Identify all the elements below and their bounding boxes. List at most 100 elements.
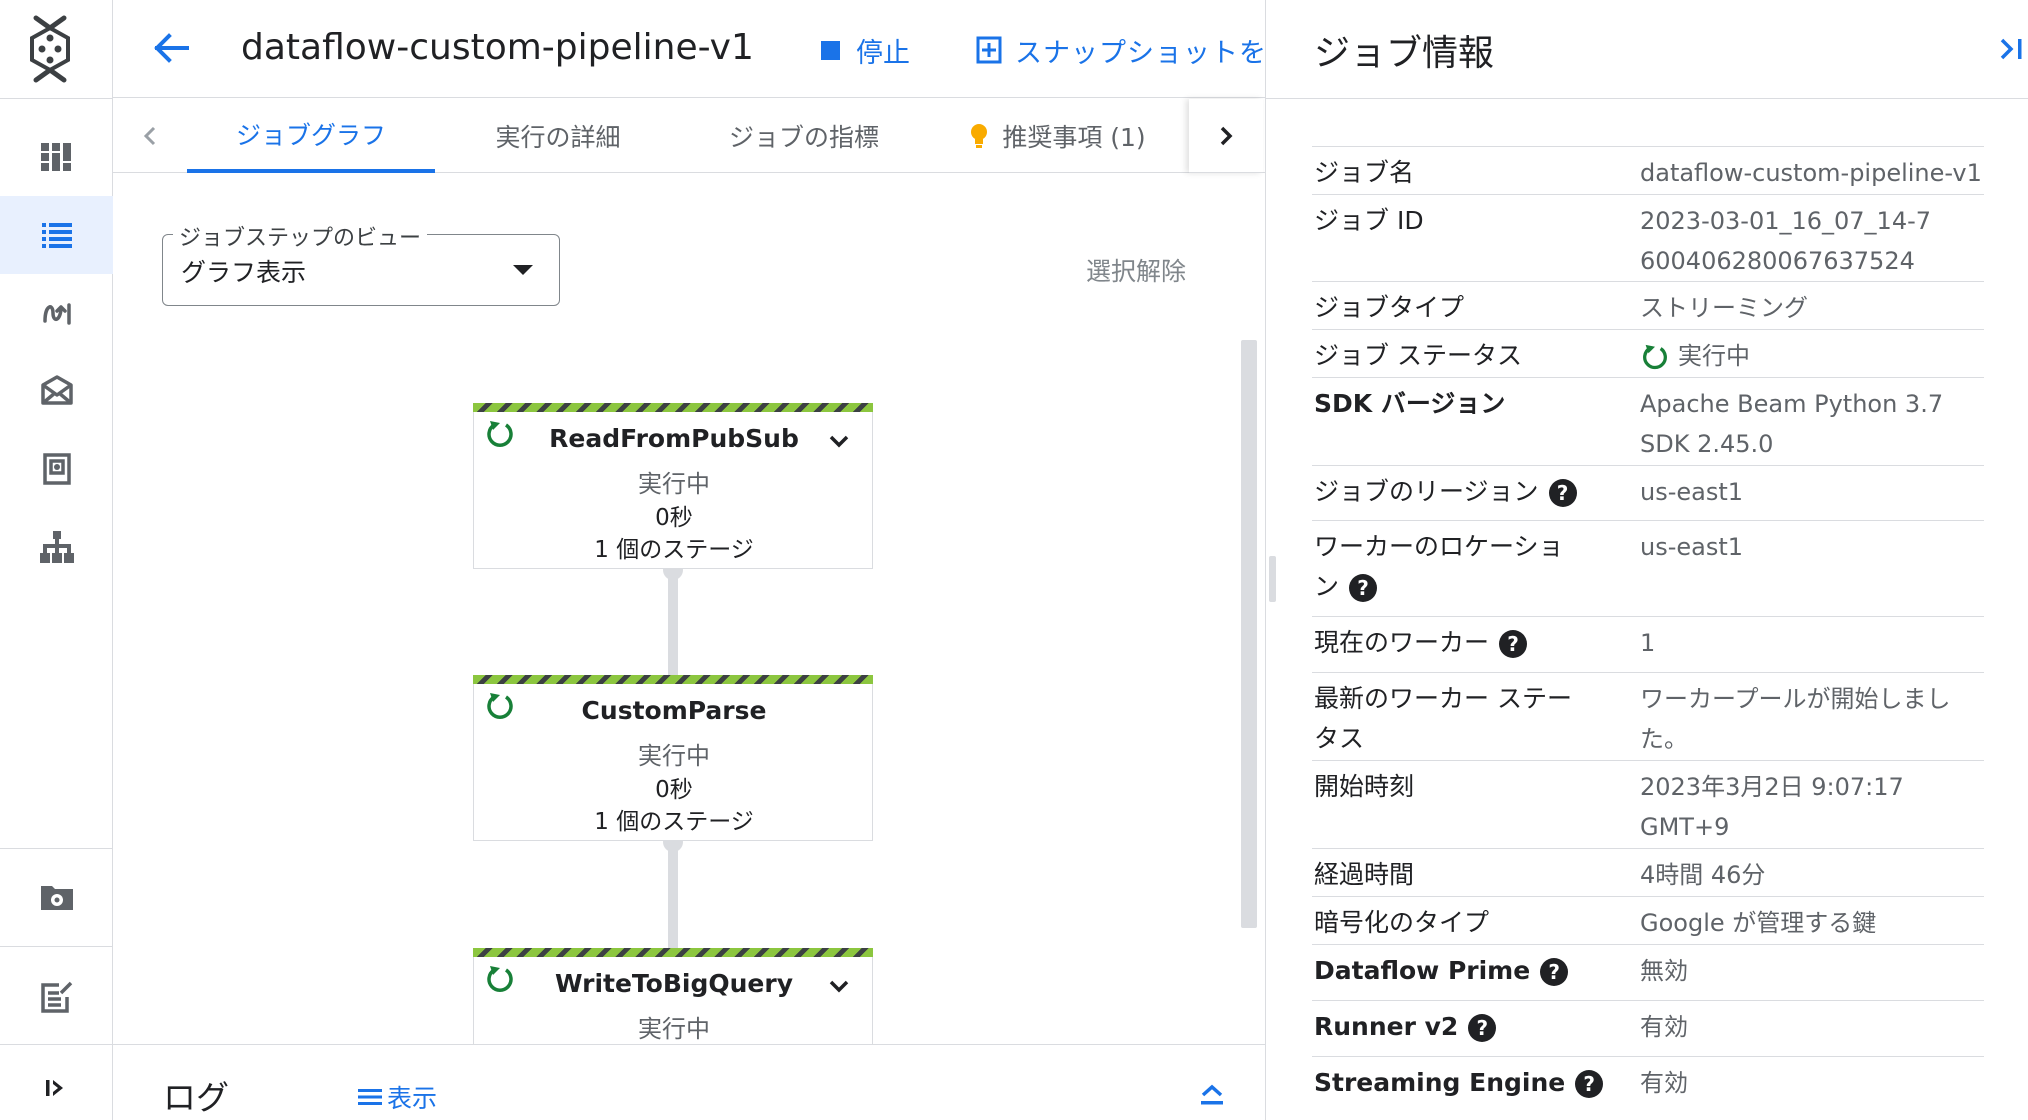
- job-step-view-select[interactable]: ジョブステップのビュー グラフ表示: [162, 220, 560, 306]
- create-snapshot-button[interactable]: スナップショットを作成: [975, 30, 1265, 70]
- settings-folder-icon: [40, 886, 73, 910]
- info-value: ストリーミング: [1640, 294, 1808, 322]
- snapshots-icon: [42, 453, 71, 485]
- rail-expand-button[interactable]: [0, 1056, 113, 1120]
- snapshot-add-icon: [976, 36, 1002, 64]
- graph-scrollbar[interactable]: [1241, 340, 1257, 928]
- pipelines-icon: [42, 303, 71, 325]
- rail-item-notebooks[interactable]: [0, 352, 113, 430]
- info-row-job-id: ジョブ ID 2023-03-01_16_07_14-7600406280067…: [1312, 195, 1984, 282]
- info-row-job-name: ジョブ名 dataflow-custom-pipeline-v1: [1312, 147, 1984, 195]
- rail-item-jobs[interactable]: [0, 196, 113, 274]
- info-label-text: ジョブのリージョン: [1314, 477, 1539, 506]
- expand-up-icon[interactable]: [1197, 1079, 1227, 1109]
- info-row-current-workers: 現在のワーカー? 1: [1312, 617, 1984, 673]
- info-label: ジョブ名: [1314, 158, 1415, 187]
- deselect-button[interactable]: 選択解除: [1086, 252, 1186, 288]
- info-value: us-east1: [1640, 478, 1744, 506]
- dropdown-caret-icon: [513, 265, 533, 275]
- info-row-job-type: ジョブタイプ ストリーミング: [1312, 282, 1984, 330]
- main-content: dataflow-custom-pipeline-v1 停止 スナップショットを…: [113, 0, 1265, 1120]
- info-label-text: Runner v2: [1314, 1012, 1459, 1041]
- info-value: us-east1: [1640, 533, 1744, 561]
- help-icon[interactable]: ?: [1468, 1014, 1497, 1042]
- info-label: ジョブ ステータス: [1314, 341, 1522, 370]
- running-stripe: [473, 948, 873, 957]
- info-value: dataflow-custom-pipeline-v1: [1640, 159, 1982, 187]
- node-stages: 1 個のステージ: [594, 537, 754, 563]
- tab-label: ジョブグラフ: [235, 121, 386, 150]
- running-stripe: [473, 675, 873, 684]
- info-label-text: Streaming Engine: [1314, 1068, 1566, 1097]
- info-label: SDK バージョン: [1314, 384, 1619, 424]
- rail-item-release-notes[interactable]: [0, 958, 113, 1036]
- panel-header-divider: [1266, 98, 2028, 99]
- info-row-worker-location: ワーカーのロケーション? us-east1: [1312, 521, 1984, 617]
- chevron-down-icon[interactable]: [828, 979, 850, 993]
- tab-execution-details[interactable]: 実行の詳細: [435, 99, 681, 173]
- node-stages: 1 個のステージ: [594, 809, 754, 835]
- tab-recommendations[interactable]: 推奨事項 (1): [927, 99, 1189, 173]
- job-header: dataflow-custom-pipeline-v1 停止 スナップショットを…: [113, 0, 1265, 98]
- tab-bar: ジョブグラフ 実行の詳細 ジョブの指標 推奨事項 (1): [113, 99, 1265, 173]
- info-label: Runner v2?: [1314, 1007, 1619, 1047]
- help-icon[interactable]: ?: [1548, 479, 1577, 507]
- dataflow-logo-icon[interactable]: [22, 14, 78, 84]
- info-value: ワーカープールが開始しました。: [1640, 685, 1951, 753]
- info-row-sdk-version: SDK バージョン Apache Beam Python 3.7 SDK 2.4…: [1312, 378, 1984, 466]
- list-icon: [358, 1089, 382, 1105]
- graph-node-customparse[interactable]: CustomParse 実行中 0秒 1 個のステージ: [473, 675, 873, 841]
- info-value: 有効: [1640, 1069, 1688, 1097]
- info-value: 実行中: [1640, 336, 1984, 376]
- release-notes-icon: [40, 981, 72, 1013]
- rail-divider: [0, 946, 113, 947]
- rail-item-settings[interactable]: [0, 858, 113, 936]
- expand-rail-icon: [45, 1080, 63, 1096]
- help-icon[interactable]: ?: [1575, 1070, 1604, 1098]
- job-info-panel: ジョブ情報 ジョブ名 dataflow-custom-pipeline-v1 ジ…: [1266, 0, 2028, 1120]
- node-status: 実行中: [638, 742, 710, 770]
- stop-button[interactable]: 停止: [821, 30, 910, 70]
- collapse-panel-icon[interactable]: [1998, 34, 2028, 64]
- left-nav-rail: [0, 0, 113, 1120]
- rail-divider: [0, 1044, 113, 1045]
- info-row-dataflow-prime: Dataflow Prime? 無効: [1312, 945, 1984, 1001]
- help-icon[interactable]: ?: [1540, 958, 1569, 986]
- rail-item-sql-workspace[interactable]: [0, 508, 113, 586]
- jobs-list-icon: [41, 223, 72, 248]
- running-status-icon: [1643, 344, 1667, 370]
- chevron-down-icon[interactable]: [828, 434, 850, 448]
- info-value: 2023-03-01_16_07_14-7600406280067637524: [1640, 207, 1932, 275]
- tabs-scroll-right-button[interactable]: [1189, 99, 1263, 173]
- rail-item-snapshots[interactable]: [0, 430, 113, 508]
- info-label-text: SDK バージョン: [1314, 389, 1506, 418]
- log-show-button[interactable]: 表示: [357, 1079, 437, 1115]
- tab-label: 推奨事項 (1): [1002, 123, 1146, 152]
- info-row-job-region: ジョブのリージョン? us-east1: [1312, 466, 1984, 521]
- node-status: 実行中: [638, 470, 710, 498]
- back-arrow-icon[interactable]: [149, 26, 193, 70]
- info-label-text: 現在のワーカー: [1314, 628, 1490, 657]
- tab-label: 実行の詳細: [495, 123, 621, 152]
- sql-workspace-icon: [39, 531, 74, 563]
- info-label: ジョブのリージョン?: [1314, 472, 1619, 512]
- tab-job-graph[interactable]: ジョブグラフ: [187, 99, 435, 173]
- lightbulb-icon: [971, 124, 988, 148]
- panel-title: ジョブ情報: [1314, 33, 1495, 74]
- graph-node-writetobigquery[interactable]: WriteToBigQuery 実行中: [473, 948, 873, 1044]
- node-name: ReadFromPubSub: [549, 424, 799, 453]
- chevron-left-icon: [143, 126, 156, 146]
- tab-job-metrics[interactable]: ジョブの指標: [681, 99, 927, 173]
- info-label: 経過時間: [1314, 860, 1415, 889]
- log-title: ログ: [163, 1078, 229, 1117]
- help-icon[interactable]: ?: [1499, 630, 1528, 658]
- help-icon[interactable]: ?: [1349, 574, 1378, 602]
- rail-item-pipelines[interactable]: [0, 274, 113, 352]
- info-value: 4時間 46分: [1640, 861, 1766, 889]
- rail-divider: [0, 98, 113, 99]
- graph-node-readfrompubsub[interactable]: ReadFromPubSub 実行中 0秒 1 個のステージ: [473, 403, 873, 569]
- notebooks-icon: [40, 375, 73, 405]
- view-select-value: グラフ表示: [181, 258, 307, 287]
- rail-item-dashboard[interactable]: [0, 118, 113, 196]
- tabs-scroll-left-button[interactable]: [113, 99, 187, 173]
